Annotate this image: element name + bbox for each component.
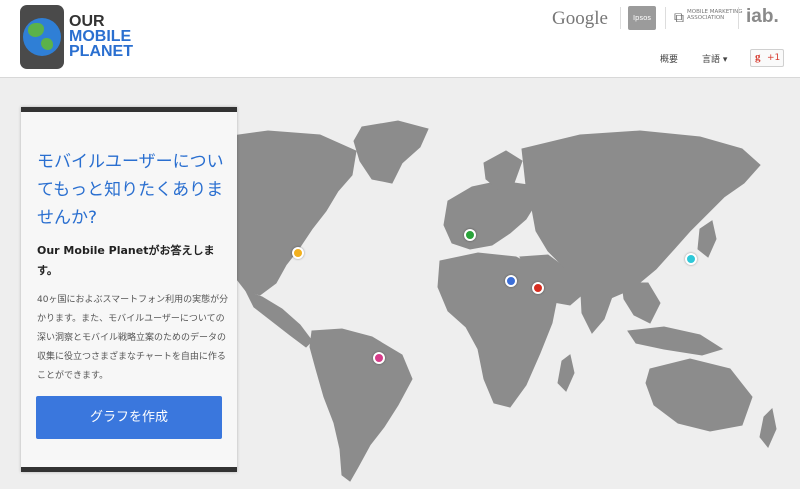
indonesia-shape [627,326,724,356]
map-marker-middle-east[interactable] [532,282,544,294]
greenland-shape [353,120,429,184]
google-plus-one-icon: g [755,51,761,63]
google-logo[interactable]: Google [552,8,608,30]
panel-heading: モバイルユーザーについてもっと知りたくありませんか? [37,152,224,228]
intro-panel: モバイルユーザーについてもっと知りたくありませんか? Our Mobile Pl… [21,107,237,472]
india-shape [579,270,615,334]
nav-overview-link[interactable]: 概要 [660,52,678,65]
southeast-asia-shape [621,282,661,324]
plus-one-label: +1 [767,53,781,63]
google-plus-one-button[interactable]: g +1 [750,49,784,67]
madagascar-shape [557,354,575,392]
japan-shape [697,220,717,258]
globe-icon [23,18,61,56]
logo-line-1: OUR [69,13,105,30]
map-marker-europe[interactable] [464,229,476,241]
language-dropdown[interactable]: 言語 ▾ [702,52,727,65]
australia-shape [645,358,753,432]
central-america-shape [244,290,313,348]
map-marker-south-america[interactable] [373,352,385,364]
ipsos-logo[interactable]: Ipsos [628,6,656,30]
panel-top-bar [21,107,237,112]
site-header: OUR MOBILE PLANET Google Ipsos ⧉ MOBILE … [0,0,800,78]
logo-text: OUR MOBILE PLANET [69,13,133,60]
create-chart-button[interactable]: グラフを作成 [36,396,222,439]
panel-bottom-bar [21,467,237,472]
mma-logo-icon: ⧉ [674,10,684,26]
map-marker-north-africa[interactable] [505,275,517,287]
panel-description: 40ヶ国におよぶスマートフォン利用の実態が分かります。また、モバイルユーザーにつ… [37,295,229,381]
our-mobile-planet-logo[interactable]: OUR MOBILE PLANET [20,5,160,71]
partner-logos: Google Ipsos ⧉ MOBILE MARKETING ASSOCIAT… [548,6,793,32]
map-marker-japan[interactable] [685,253,697,265]
logo-line-2: MOBILE [69,28,132,45]
iab-logo[interactable]: iab. [746,6,779,28]
globe-phone-icon [20,5,64,69]
new-zealand-shape [759,407,777,448]
logo-line-3: PLANET [69,43,133,60]
panel-subheading: Our Mobile Planetがお答えします。 [37,244,215,277]
south-america-shape [309,328,413,482]
map-marker-north-america[interactable] [292,247,304,259]
